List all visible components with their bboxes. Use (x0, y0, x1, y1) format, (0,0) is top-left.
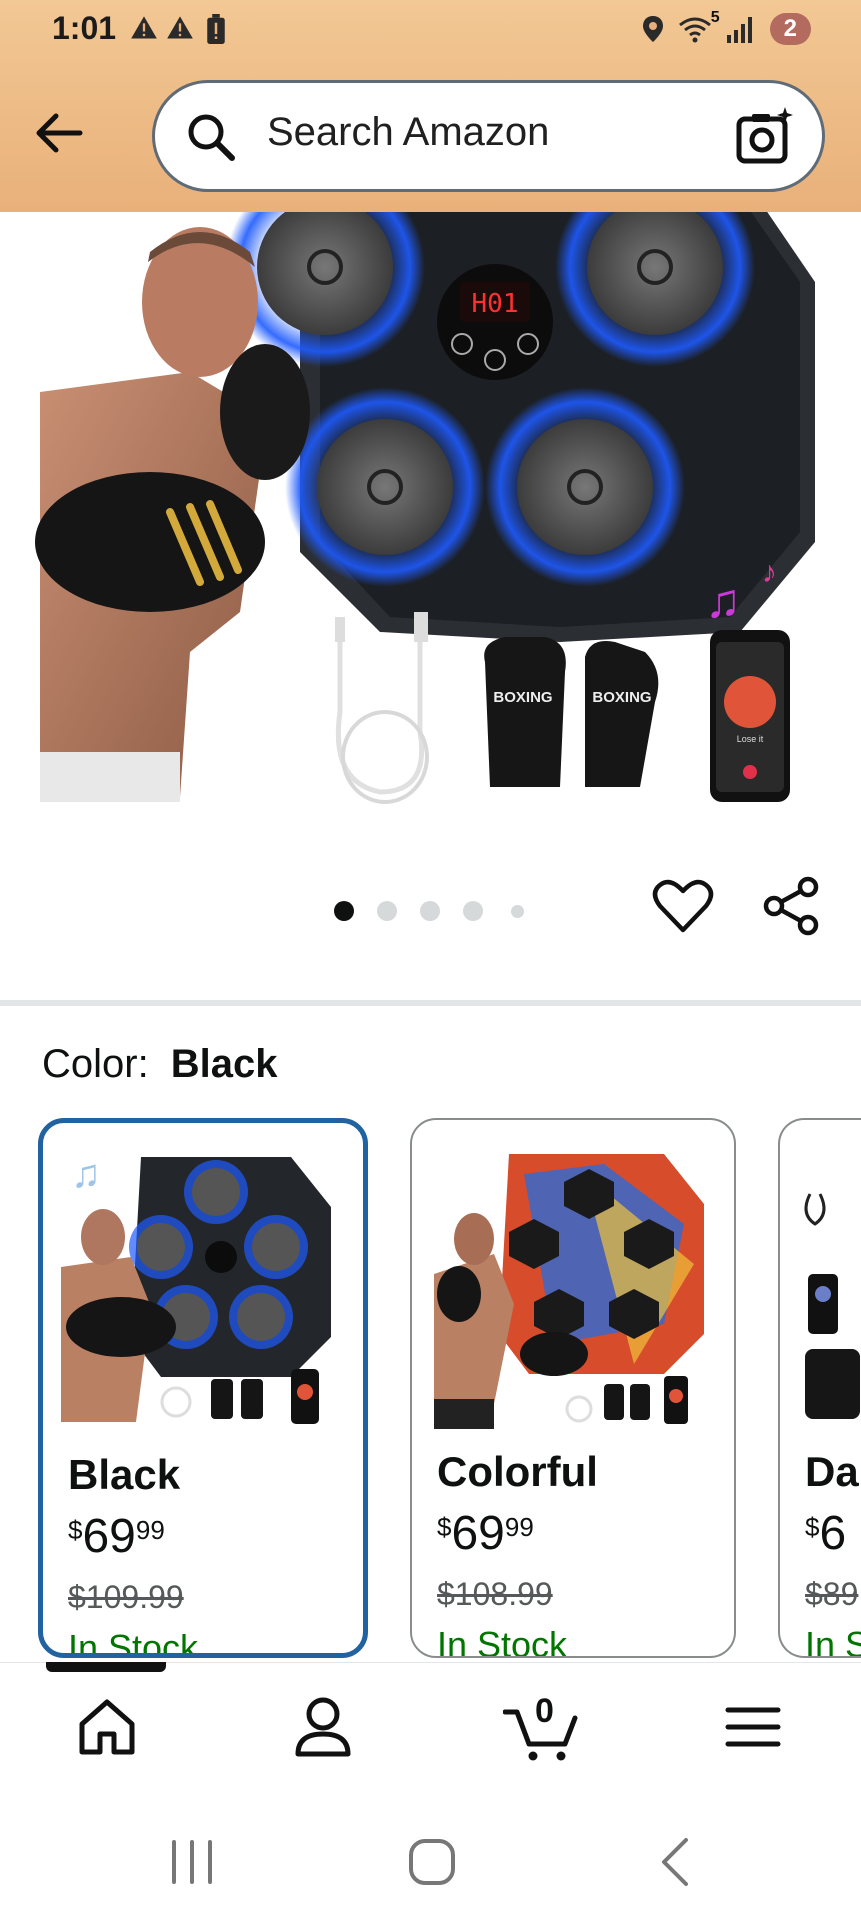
phone-song-title: Lose it (737, 734, 764, 744)
carousel-dot[interactable] (511, 905, 524, 918)
display-readout: H01 (472, 289, 519, 319)
color-option-availability: In Stock (437, 1624, 568, 1658)
cart-count: 0 (535, 1692, 554, 1730)
color-option-price: $6999 (437, 1506, 534, 1561)
location-icon (642, 15, 664, 43)
recents-icon[interactable] (162, 1834, 222, 1890)
price-fraction: 99 (504, 1512, 534, 1542)
section-divider (0, 1000, 861, 1006)
color-option-price: $6999 (68, 1509, 165, 1564)
svg-text:♪: ♪ (762, 556, 777, 589)
wifi-icon: 5 (678, 9, 720, 43)
menu-icon[interactable] (718, 1692, 788, 1762)
color-option-partial[interactable]: Da $6 $89 In S (778, 1118, 861, 1658)
price-whole: 6 (819, 1507, 847, 1560)
notification-badge: 2 (769, 13, 811, 45)
color-option-price: $6 (805, 1506, 846, 1561)
battery-alert-icon (206, 14, 226, 44)
product-image: ♫ ♪ H01 (35, 212, 815, 804)
color-label: Color: (42, 1042, 149, 1086)
color-option-thumbnail: ♫ (61, 1152, 331, 1424)
back-arrow-icon[interactable] (30, 104, 88, 162)
wifi-band-label: 5 (710, 9, 720, 26)
active-tab-indicator (46, 1662, 166, 1672)
color-option-name: Black (68, 1451, 181, 1498)
carousel-pagination (0, 895, 861, 925)
color-option-colorful[interactable]: Colorful $6999 $108.99 In Stock (410, 1118, 736, 1658)
home-circle-icon[interactable] (402, 1834, 462, 1890)
camera-icon[interactable] (734, 105, 796, 167)
warning-icon (130, 14, 158, 42)
signal-icon (726, 15, 756, 43)
price-fraction: 99 (135, 1515, 165, 1545)
status-bar: 1:01 5 2 (0, 0, 861, 60)
price-currency: $ (437, 1512, 452, 1542)
color-option-name: Colorful (437, 1448, 598, 1495)
svg-text:♫: ♫ (71, 1152, 101, 1196)
color-option-name: Da (805, 1448, 859, 1495)
header: 1:01 5 2 Search Amazon (0, 0, 861, 212)
glove-label-left: BOXING (493, 689, 552, 706)
carousel-dot[interactable] (420, 901, 440, 921)
color-option-black[interactable]: ♫ Black $6999 $109.99 In Stock (38, 1118, 368, 1658)
color-option-list-price: $109.99 (68, 1579, 184, 1615)
price-currency: $ (805, 1512, 820, 1542)
color-option-thumbnail (434, 1154, 704, 1429)
carousel-dot-active[interactable] (334, 901, 354, 921)
carousel-dot[interactable] (377, 901, 397, 921)
price-whole: 69 (451, 1507, 505, 1560)
color-option-thumbnail (804, 1193, 860, 1419)
heart-icon[interactable] (652, 875, 714, 937)
price-currency: $ (68, 1515, 83, 1545)
glove-label-right: BOXING (592, 689, 651, 706)
search-icon[interactable] (185, 111, 237, 163)
selected-color: Black (170, 1042, 278, 1086)
search-bar[interactable]: Search Amazon (152, 80, 825, 192)
home-icon[interactable] (72, 1692, 142, 1762)
carousel-dot[interactable] (463, 901, 483, 921)
svg-text:♫: ♫ (705, 575, 741, 628)
back-chevron-icon[interactable] (646, 1834, 706, 1890)
share-icon[interactable] (760, 875, 822, 937)
product-image-carousel[interactable]: ♫ ♪ H01 (0, 212, 861, 822)
price-whole: 69 (82, 1510, 136, 1563)
color-option-availability: In S (805, 1624, 861, 1658)
color-selector-heading: Color: Black (42, 1042, 277, 1087)
color-option-list-price: $108.99 (437, 1576, 553, 1612)
search-input[interactable]: Search Amazon (267, 110, 549, 155)
color-option-availability: In Stock (68, 1627, 199, 1658)
color-option-list-price: $89 (805, 1576, 859, 1612)
status-time: 1:01 (52, 10, 117, 46)
warning-icon (166, 14, 194, 42)
account-icon[interactable] (288, 1692, 358, 1762)
